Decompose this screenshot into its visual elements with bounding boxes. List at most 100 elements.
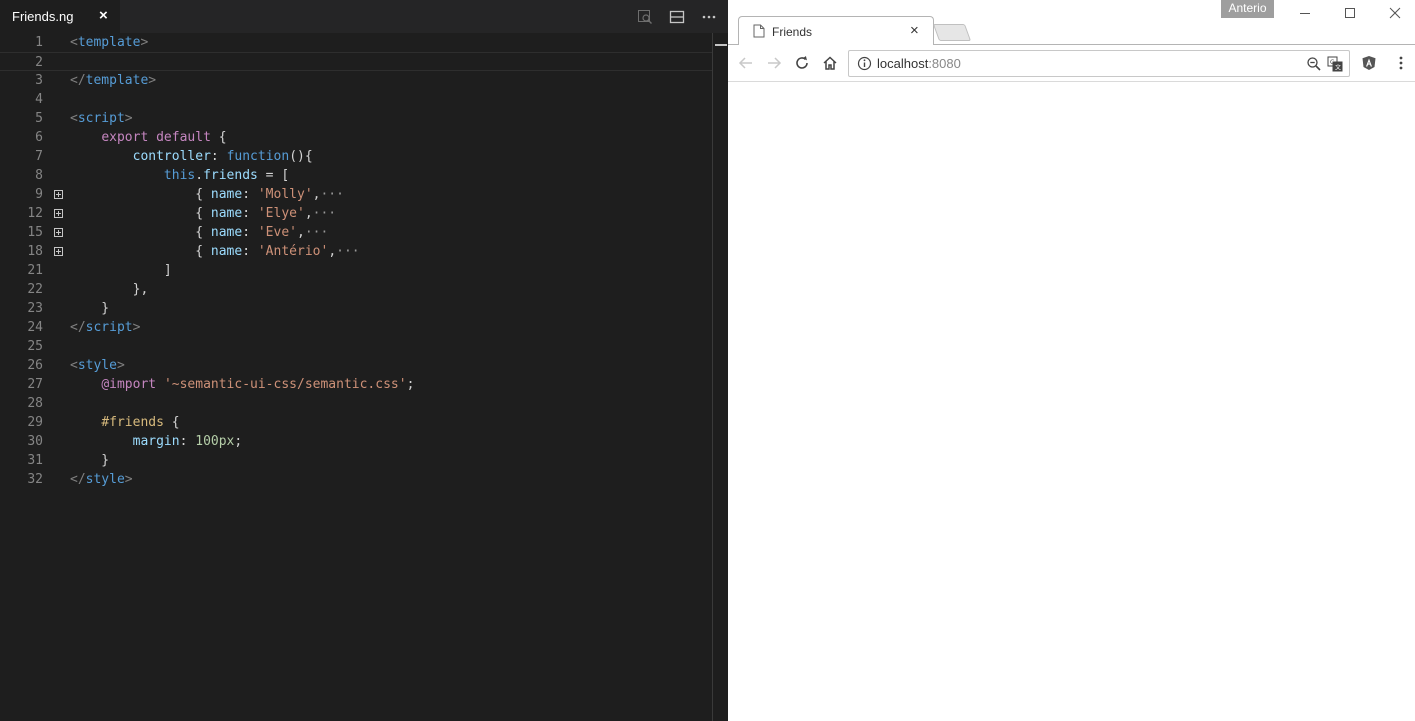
- code-text: this.friends = [: [70, 166, 289, 185]
- line-number: 18: [27, 244, 43, 259]
- code-area[interactable]: 1 <template> 2 3 </template> 4 5 <script> 6 expo…: [0, 33, 712, 721]
- code-token: style: [77, 358, 117, 373]
- minimize-icon[interactable]: [1295, 3, 1315, 23]
- code-line[interactable]: 25: [0, 337, 712, 356]
- code-token: >: [116, 358, 125, 373]
- code-line[interactable]: 9 { name: 'Molly',···: [0, 185, 712, 204]
- editor-actions: [636, 7, 718, 27]
- line-number: 24: [27, 320, 43, 335]
- code-token: </: [70, 320, 86, 335]
- line-number: 30: [27, 434, 43, 449]
- code-token: name: [210, 187, 243, 202]
- code-text: </style>: [70, 470, 133, 489]
- forward-icon[interactable]: [764, 53, 784, 73]
- code-token: >: [132, 320, 141, 335]
- line-number: 27: [27, 377, 43, 392]
- back-icon[interactable]: [736, 53, 756, 73]
- code-token: :: [242, 244, 258, 259]
- code-token: ;: [406, 377, 415, 392]
- code-line[interactable]: 27 @import '~semantic-ui-css/semantic.cs…: [0, 375, 712, 394]
- code-token: ···: [304, 225, 329, 240]
- code-line[interactable]: 22 },: [0, 280, 712, 299]
- code-line[interactable]: 26 <style>: [0, 356, 712, 375]
- code-token: {: [70, 206, 211, 221]
- code-token: },: [70, 282, 149, 297]
- maximize-icon[interactable]: [1340, 3, 1360, 23]
- code-line[interactable]: 15 { name: 'Eve',···: [0, 223, 712, 242]
- code-text: controller: function(){: [70, 147, 313, 166]
- code-text: <script>: [70, 109, 133, 128]
- code-text: @import '~semantic-ui-css/semantic.css';: [70, 375, 414, 394]
- fold-expand-icon[interactable]: [54, 209, 63, 218]
- code-line[interactable]: 12 { name: 'Elye',···: [0, 204, 712, 223]
- code-line[interactable]: 6 export default {: [0, 128, 712, 147]
- editor-scrollbar[interactable]: [712, 33, 728, 721]
- code-token: {: [210, 130, 227, 145]
- address-bar[interactable]: localhost:8080 G文: [848, 50, 1350, 77]
- fold-expand-icon[interactable]: [54, 190, 63, 199]
- code-token: script: [85, 320, 133, 335]
- reload-icon[interactable]: [792, 53, 812, 73]
- code-text: }: [70, 299, 109, 318]
- close-icon[interactable]: ×: [99, 7, 108, 24]
- zoom-icon[interactable]: [1306, 56, 1322, 72]
- code-token: <: [70, 358, 78, 373]
- code-line[interactable]: 31 }: [0, 451, 712, 470]
- code-token: name: [210, 244, 243, 259]
- code-token: friends: [203, 168, 258, 183]
- code-line[interactable]: 23 }: [0, 299, 712, 318]
- code-token: 100px: [195, 434, 235, 449]
- code-token: {: [70, 244, 211, 259]
- browser-menu-icon[interactable]: [1391, 53, 1411, 73]
- fold-expand-icon[interactable]: [54, 228, 63, 237]
- window-close-icon[interactable]: [1385, 3, 1405, 23]
- code-token: name: [210, 206, 243, 221]
- page-viewport[interactable]: [728, 83, 1415, 721]
- code-line[interactable]: 4: [0, 90, 712, 109]
- code-token: '~semantic-ui-css/semantic.css': [163, 377, 407, 392]
- line-number: 9: [35, 187, 43, 202]
- browser-window: Anterio Friends × localhost:8080 G 文: [728, 0, 1415, 721]
- code-token: name: [210, 225, 243, 240]
- code-token: style: [85, 472, 125, 487]
- code-token: .: [195, 168, 204, 183]
- code-line[interactable]: 2: [0, 52, 712, 71]
- new-tab-button[interactable]: [932, 24, 972, 41]
- code-token: {: [70, 187, 211, 202]
- code-token: >: [140, 35, 149, 50]
- code-token: template: [85, 73, 149, 88]
- more-actions-icon[interactable]: [700, 8, 718, 26]
- browser-tab-title: Friends: [772, 25, 813, 39]
- code-line[interactable]: 32 </style>: [0, 470, 712, 489]
- code-line[interactable]: 29 #friends {: [0, 413, 712, 432]
- code-line[interactable]: 21 ]: [0, 261, 712, 280]
- code-line[interactable]: 30 margin: 100px;: [0, 432, 712, 451]
- close-icon[interactable]: ×: [910, 22, 919, 39]
- code-line[interactable]: 7 controller: function(){: [0, 147, 712, 166]
- code-line[interactable]: 5 <script>: [0, 109, 712, 128]
- code-token: ]: [70, 263, 172, 278]
- code-token: 'Molly': [257, 187, 313, 202]
- code-text: </script>: [70, 318, 140, 337]
- open-preview-icon[interactable]: [636, 8, 654, 26]
- code-line[interactable]: 3 </template>: [0, 71, 712, 90]
- code-line[interactable]: 1 <template>: [0, 33, 712, 52]
- code-token: <: [70, 111, 78, 126]
- angular-extension-icon[interactable]: [1359, 53, 1379, 73]
- code-line[interactable]: 24 </script>: [0, 318, 712, 337]
- browser-tab-friends[interactable]: Friends ×: [738, 16, 934, 45]
- code-text: </template>: [70, 71, 156, 90]
- profile-badge[interactable]: Anterio: [1221, 0, 1274, 18]
- translate-icon[interactable]: G文: [1327, 56, 1343, 72]
- home-icon[interactable]: [820, 53, 840, 73]
- editor-tab-friends-ng[interactable]: Friends.ng ×: [0, 0, 120, 33]
- site-info-icon[interactable]: [857, 56, 872, 71]
- code-line[interactable]: 8 this.friends = [: [0, 166, 712, 185]
- code-line[interactable]: 18 { name: 'Antério',···: [0, 242, 712, 261]
- fold-expand-icon[interactable]: [54, 247, 63, 256]
- code-line[interactable]: 28: [0, 394, 712, 413]
- split-editor-icon[interactable]: [668, 8, 686, 26]
- code-text: <template>: [70, 33, 148, 52]
